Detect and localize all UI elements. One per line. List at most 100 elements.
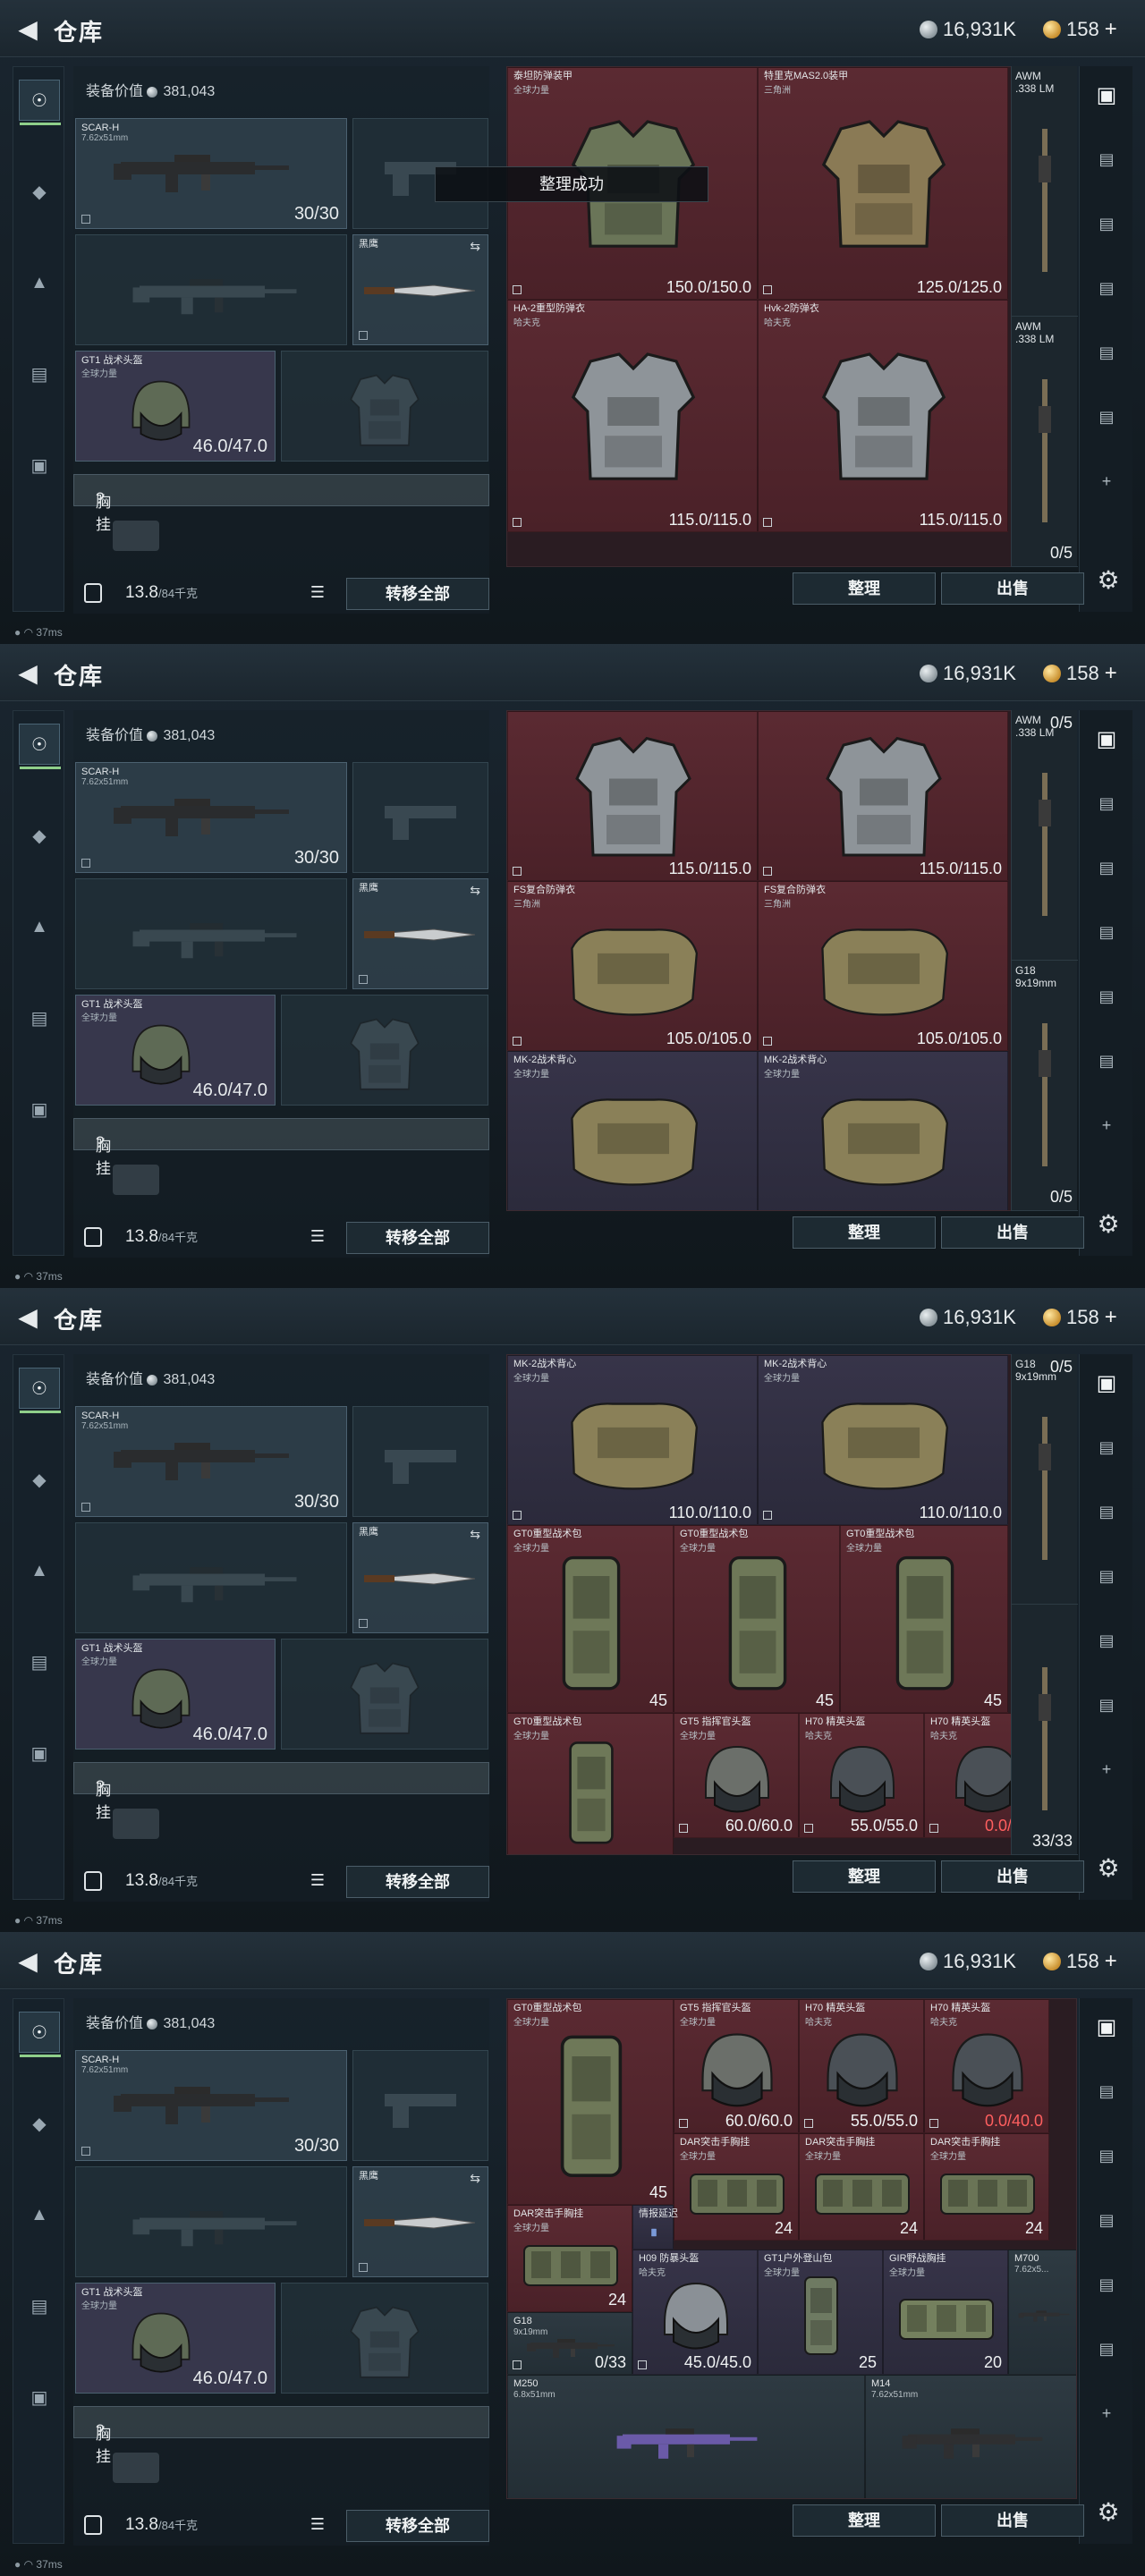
document-category-icon[interactable]: ▤: [19, 997, 60, 1038]
add-currency-icon[interactable]: +: [1105, 17, 1117, 42]
list-view-icon[interactable]: ☰: [308, 583, 327, 603]
list-view-icon[interactable]: ☰: [308, 1227, 327, 1247]
ammo-slot[interactable]: AWM .338 LM: [1012, 66, 1078, 317]
transfer-all-button[interactable]: 转移全部: [346, 1222, 489, 1254]
weapon-category-icon[interactable]: ☉: [19, 1368, 61, 1413]
primary-weapon-slot[interactable]: SCAR-H 7.62x51mm 30/30: [75, 118, 347, 229]
secondary-weapon-slot[interactable]: [75, 234, 347, 345]
transfer-all-button[interactable]: 转移全部: [346, 578, 489, 610]
storage-item[interactable]: FS复合防弹衣 三角洲 105.0/105.0: [758, 881, 1008, 1051]
add-container-icon[interactable]: +: [1089, 1107, 1124, 1143]
helmet-slot[interactable]: GT1 战术头盔 全球力量 46.0/47.0: [75, 995, 276, 1106]
melee-slot[interactable]: 黑鹰 ⇆: [352, 1522, 488, 1633]
body-armor-slot[interactable]: [281, 351, 488, 462]
primary-weapon-slot[interactable]: SCAR-H 7.62x51mm 30/30: [75, 1406, 347, 1517]
sell-button[interactable]: 出售: [941, 1216, 1084, 1249]
container-5-icon[interactable]: ▤: [1089, 399, 1124, 435]
container-2-icon[interactable]: ▤: [1089, 206, 1124, 242]
storage-item[interactable]: GT0重型战术包 全球力量 45: [507, 1999, 674, 2205]
storage-item[interactable]: DAR突击手胸挂 全球力量 24: [507, 2205, 632, 2312]
sidearm-slot[interactable]: [352, 2050, 488, 2161]
sell-button[interactable]: 出售: [941, 1860, 1084, 1893]
back-arrow-icon[interactable]: ◀: [13, 1946, 43, 1977]
container-5-icon[interactable]: ▤: [1089, 1687, 1124, 1723]
back-arrow-icon[interactable]: ◀: [13, 14, 43, 45]
silver-currency[interactable]: 16,931K: [920, 660, 1016, 687]
gear-icon[interactable]: ⚙: [1093, 565, 1124, 596]
helmet-category-icon[interactable]: ▲: [19, 262, 60, 303]
storage-item[interactable]: DAR突击手胸挂 全球力量 24: [924, 2133, 1049, 2241]
ammo-slot[interactable]: G18 9x19mm 0/5: [1012, 961, 1078, 1211]
sell-button[interactable]: 出售: [941, 2504, 1084, 2537]
add-container-icon[interactable]: +: [1089, 1751, 1124, 1787]
storage-item[interactable]: 情报延迟: [632, 2205, 678, 2250]
silver-currency[interactable]: 16,931K: [920, 1948, 1016, 1975]
storage-item[interactable]: GT0重型战术包 全球力量 45: [840, 1525, 1008, 1713]
container-1-icon[interactable]: ▤: [1089, 2073, 1124, 2109]
gold-currency[interactable]: 158 +: [1043, 1304, 1117, 1331]
sell-button[interactable]: 出售: [941, 572, 1084, 605]
back-arrow-icon[interactable]: ◀: [13, 658, 43, 689]
container-2-icon[interactable]: ▤: [1089, 2138, 1124, 2174]
container-3-icon[interactable]: ▤: [1089, 2202, 1124, 2238]
primary-weapon-slot[interactable]: SCAR-H 7.62x51mm 30/30: [75, 762, 347, 873]
container-4-icon[interactable]: ▤: [1089, 2267, 1124, 2302]
armor-category-icon[interactable]: ◆: [19, 171, 60, 212]
chest-rig-slot[interactable]: 胸挂 ?: [73, 2406, 489, 2465]
sidearm-slot[interactable]: [352, 1406, 488, 1517]
container-main-icon[interactable]: ▣: [1089, 1365, 1124, 1401]
bag-category-icon[interactable]: ▣: [19, 1733, 60, 1774]
sort-button[interactable]: 整理: [793, 1216, 936, 1249]
gear-icon[interactable]: ⚙: [1093, 2497, 1124, 2528]
helmet-category-icon[interactable]: ▲: [19, 1550, 60, 1591]
container-2-icon[interactable]: ▤: [1089, 1494, 1124, 1530]
back-arrow-icon[interactable]: ◀: [13, 1302, 43, 1333]
storage-item[interactable]: GT1户外登山包 全球力量 25: [758, 2250, 883, 2375]
sort-button[interactable]: 整理: [793, 572, 936, 605]
armor-category-icon[interactable]: ◆: [19, 2103, 60, 2144]
storage-item[interactable]: GT0重型战术包 全球力量 45: [674, 1525, 840, 1713]
sidearm-slot[interactable]: [352, 762, 488, 873]
gold-currency[interactable]: 158 +: [1043, 660, 1117, 687]
melee-slot[interactable]: 黑鹰 ⇆: [352, 2166, 488, 2277]
body-armor-slot[interactable]: [281, 2283, 488, 2394]
silver-currency[interactable]: 16,931K: [920, 16, 1016, 43]
container-main-icon[interactable]: ▣: [1089, 721, 1124, 757]
document-category-icon[interactable]: ▤: [19, 2285, 60, 2326]
gold-currency[interactable]: 158 +: [1043, 16, 1117, 43]
storage-item[interactable]: GT0重型战术包 全球力量 45: [507, 1525, 674, 1713]
bag-category-icon[interactable]: ▣: [19, 2377, 60, 2418]
swap-icon[interactable]: ⇆: [470, 2171, 480, 2186]
storage-item[interactable]: DAR突击手胸挂 全球力量 24: [674, 2133, 799, 2241]
helmet-slot[interactable]: GT1 战术头盔 全球力量 46.0/47.0: [75, 2283, 276, 2394]
container-main-icon[interactable]: ▣: [1089, 77, 1124, 113]
container-main-icon[interactable]: ▣: [1089, 2009, 1124, 2045]
ammo-slot[interactable]: AWM .338 LM 0/5: [1012, 317, 1078, 567]
storage-item[interactable]: H09 防暴头盔 哈夫克 45.0/45.0: [632, 2250, 758, 2375]
list-view-icon[interactable]: ☰: [308, 2515, 327, 2535]
gear-icon[interactable]: ⚙: [1093, 1209, 1124, 1240]
container-1-icon[interactable]: ▤: [1089, 785, 1124, 821]
secondary-weapon-slot[interactable]: [75, 878, 347, 989]
container-2-icon[interactable]: ▤: [1089, 850, 1124, 886]
container-1-icon[interactable]: ▤: [1089, 141, 1124, 177]
chest-rig-slot[interactable]: 胸挂 ?: [73, 1118, 489, 1177]
bag-category-icon[interactable]: ▣: [19, 445, 60, 486]
chest-rig-slot[interactable]: 胸挂 ?: [73, 1762, 489, 1821]
storage-item[interactable]: HA-2重型防弹衣 哈夫克 115.0/115.0: [507, 300, 758, 532]
helmet-slot[interactable]: GT1 战术头盔 全球力量 46.0/47.0: [75, 351, 276, 462]
container-4-icon[interactable]: ▤: [1089, 979, 1124, 1014]
storage-item[interactable]: GT0重型战术包 全球力量: [507, 1713, 674, 1854]
container-3-icon[interactable]: ▤: [1089, 914, 1124, 950]
gold-currency[interactable]: 158 +: [1043, 1948, 1117, 1975]
add-currency-icon[interactable]: +: [1105, 661, 1117, 686]
storage-item[interactable]: Hvk-2防弹衣 哈夫克 115.0/115.0: [758, 300, 1008, 532]
body-armor-slot[interactable]: [281, 995, 488, 1106]
add-currency-icon[interactable]: +: [1105, 1305, 1117, 1330]
storage-item[interactable]: G18 9x19mm 0/33: [507, 2312, 632, 2375]
storage-item[interactable]: DAR突击手胸挂 全球力量 24: [799, 2133, 924, 2241]
weapon-category-icon[interactable]: ☉: [19, 2012, 61, 2057]
swap-icon[interactable]: ⇆: [470, 1527, 480, 1542]
melee-slot[interactable]: 黑鹰 ⇆: [352, 234, 488, 345]
ammo-slot[interactable]: G18 9x19mm 0/5: [1012, 1354, 1078, 1605]
